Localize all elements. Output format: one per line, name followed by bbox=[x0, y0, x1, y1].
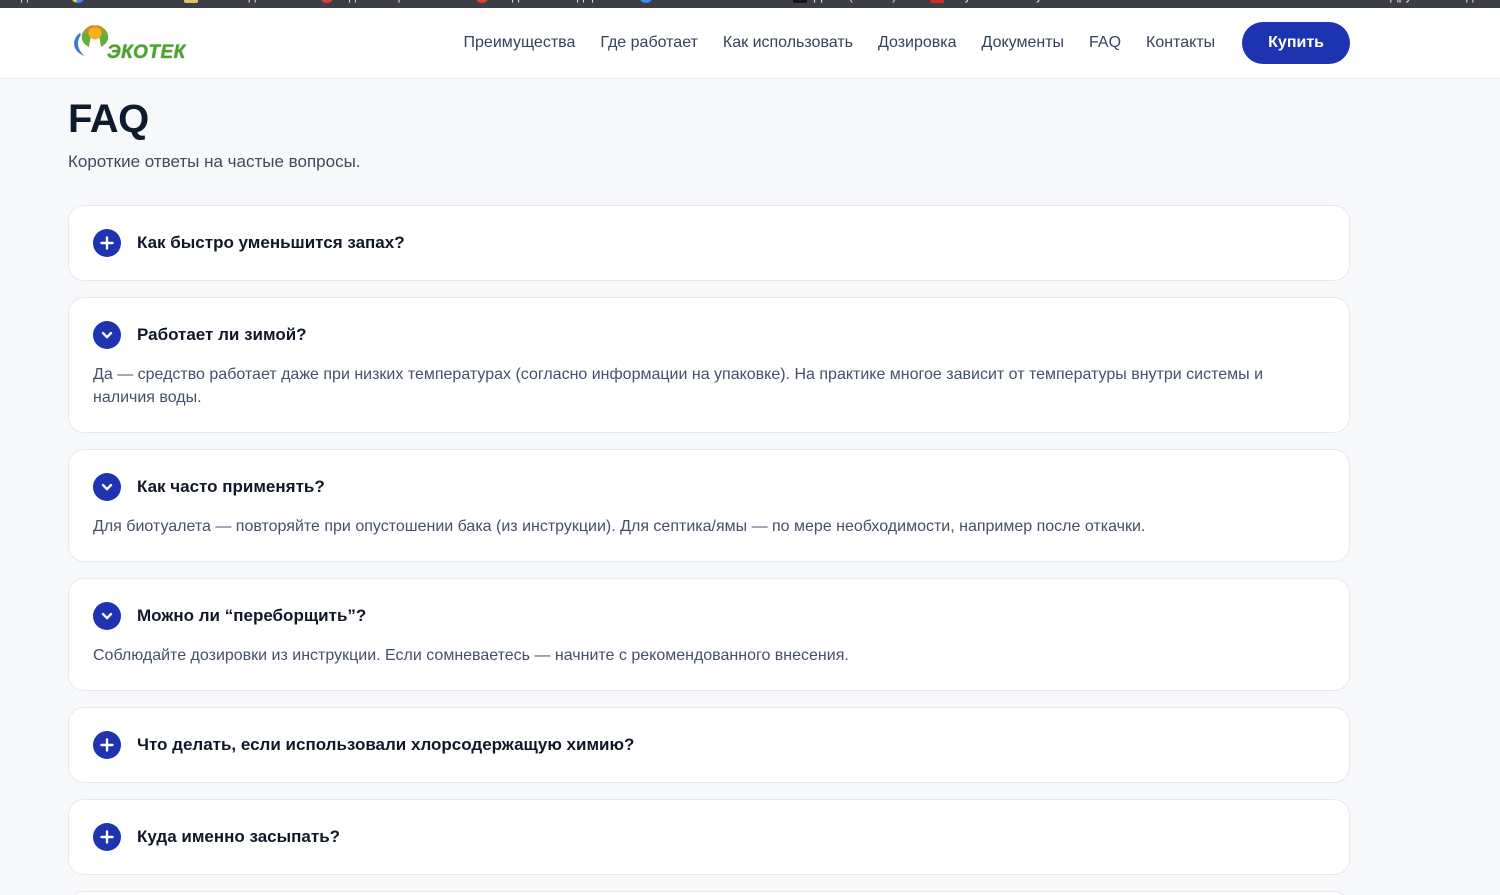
plus-icon bbox=[100, 236, 114, 250]
bookmark-label: Кампании bbox=[92, 0, 149, 3]
faq-answer: Для биотуалета — повторяйте при опустоше… bbox=[93, 515, 1325, 538]
bookmark-favicon-icon bbox=[184, 0, 198, 3]
faq-card: Что делать, если использовали хлорсодерж… bbox=[68, 707, 1350, 783]
faq-question-row[interactable]: Работает ли зимой? bbox=[93, 321, 1325, 349]
faq-question-row[interactable]: Как быстро уменьшится запах? bbox=[93, 229, 1325, 257]
bookmark-favicon-icon bbox=[930, 0, 944, 3]
faq-list: Как быстро уменьшится запах? Работает ли… bbox=[68, 205, 1350, 895]
other-bookmarks-button[interactable]: Другие закладки bbox=[1390, 0, 1486, 3]
faq-answer: Да — средство работает даже при низких т… bbox=[93, 363, 1325, 409]
plus-icon bbox=[100, 830, 114, 844]
chevron-down-icon bbox=[100, 480, 114, 494]
bookmark-label: РК - Бюджеты bbox=[205, 0, 286, 3]
faq-toggle-button[interactable] bbox=[93, 823, 121, 851]
bookmark-item[interactable]: Административ... bbox=[320, 0, 441, 3]
nav-item-3[interactable]: Как использовать bbox=[723, 34, 853, 52]
faq-question: Работает ли зимой? bbox=[137, 325, 307, 345]
plus-icon bbox=[100, 738, 114, 752]
faq-card: Куда именно засыпать? bbox=[68, 799, 1350, 875]
faq-toggle-button[interactable] bbox=[93, 229, 121, 257]
bookmark-item[interactable]: ДВГТ (Ростех) bbox=[793, 0, 897, 3]
bookmark-favicon-icon bbox=[475, 0, 489, 3]
bookmark-favicon-icon bbox=[793, 0, 807, 3]
faq-toggle-button[interactable] bbox=[93, 473, 121, 501]
nav-item-1[interactable]: Преимущества bbox=[464, 34, 576, 52]
other-bookmarks-label: Другие закладки bbox=[1390, 0, 1486, 3]
faq-answer: Соблюдайте дозировки из инструкции. Если… bbox=[93, 644, 1325, 667]
site-header: ЭКОТЕК Преимущества Где работает Как исп… bbox=[0, 8, 1500, 79]
page-title: FAQ bbox=[68, 97, 1350, 142]
chevron-down-icon bbox=[100, 328, 114, 342]
faq-question: Что делать, если использовали хлорсодерж… bbox=[137, 735, 634, 755]
bookmark-favicon-icon bbox=[639, 0, 653, 3]
buy-button[interactable]: Купить bbox=[1242, 22, 1350, 64]
bookmark-item[interactable]: нды bbox=[14, 0, 37, 3]
faq-question: Можно ли “переборщить”? bbox=[137, 606, 366, 626]
bookmark-label: нды bbox=[14, 0, 37, 3]
faq-card: Можно ли “переборщить”? Соблюдайте дозир… bbox=[68, 578, 1350, 691]
bookmarks-row: нды Кампании РК - Бюджеты Административ.… bbox=[0, 0, 1500, 8]
nav-item-4[interactable]: Дозировка bbox=[878, 34, 957, 52]
faq-question-row[interactable]: Как часто применять? bbox=[93, 473, 1325, 501]
faq-card: Совместим ли с другой бытовой химией? bbox=[68, 891, 1350, 895]
bookmark-favicon-icon bbox=[71, 0, 85, 3]
nav-item-6[interactable]: FAQ bbox=[1089, 34, 1121, 52]
bookmark-item[interactable]: Яндекс Календарь bbox=[475, 0, 605, 3]
faq-question-row[interactable]: Что делать, если использовали хлорсодерж… bbox=[93, 731, 1325, 759]
bookmark-label: Яндекс Календарь bbox=[496, 0, 605, 3]
chevron-down-icon bbox=[100, 609, 114, 623]
bookmark-item[interactable]: Кампании bbox=[71, 0, 149, 3]
faq-question-row[interactable]: Куда именно засыпать? bbox=[93, 823, 1325, 851]
faq-toggle-button[interactable] bbox=[93, 731, 121, 759]
faq-question: Как часто применять? bbox=[137, 477, 325, 497]
faq-card: Работает ли зимой? Да — средство работае… bbox=[68, 297, 1350, 433]
bookmark-label: ДВГТ (Ростех) bbox=[814, 0, 897, 3]
bookmark-label: Toyota RAV4 Hyb... bbox=[951, 0, 1059, 3]
bookmarks-list: нды Кампании РК - Бюджеты Административ.… bbox=[14, 0, 1060, 3]
page-subtitle: Короткие ответы на частые вопросы. bbox=[68, 152, 1350, 172]
logo-text: ЭКОТЕК bbox=[107, 42, 186, 67]
browser-bookmarks-bar: нды Кампании РК - Бюджеты Административ.… bbox=[0, 0, 1500, 8]
nav-item-7[interactable]: Контакты bbox=[1146, 34, 1215, 52]
faq-card: Как быстро уменьшится запах? bbox=[68, 205, 1350, 281]
faq-question: Как быстро уменьшится запах? bbox=[137, 233, 405, 253]
logo[interactable]: ЭКОТЕК bbox=[68, 20, 186, 67]
bookmark-item[interactable]: РК - Бюджеты bbox=[184, 0, 286, 3]
bookmark-label: Административ... bbox=[341, 0, 441, 3]
faq-question: Куда именно засыпать? bbox=[137, 827, 340, 847]
faq-question-row[interactable]: Можно ли “переборщить”? bbox=[93, 602, 1325, 630]
main-navigation: Преимущества Где работает Как использова… bbox=[464, 34, 1216, 52]
main-content: FAQ Короткие ответы на частые вопросы. К… bbox=[0, 79, 1500, 895]
bookmark-item[interactable]: Toyota RAV4 Hyb... bbox=[930, 0, 1059, 3]
faq-toggle-button[interactable] bbox=[93, 321, 121, 349]
bookmark-item[interactable]: Хостинг Timeweb bbox=[639, 0, 759, 3]
faq-card: Как часто применять? Для биотуалета — по… bbox=[68, 449, 1350, 562]
nav-item-2[interactable]: Где работает bbox=[600, 34, 698, 52]
nav-item-5[interactable]: Документы bbox=[982, 34, 1064, 52]
bookmark-favicon-icon bbox=[320, 0, 334, 3]
faq-toggle-button[interactable] bbox=[93, 602, 121, 630]
bookmark-label: Хостинг Timeweb bbox=[660, 0, 759, 3]
